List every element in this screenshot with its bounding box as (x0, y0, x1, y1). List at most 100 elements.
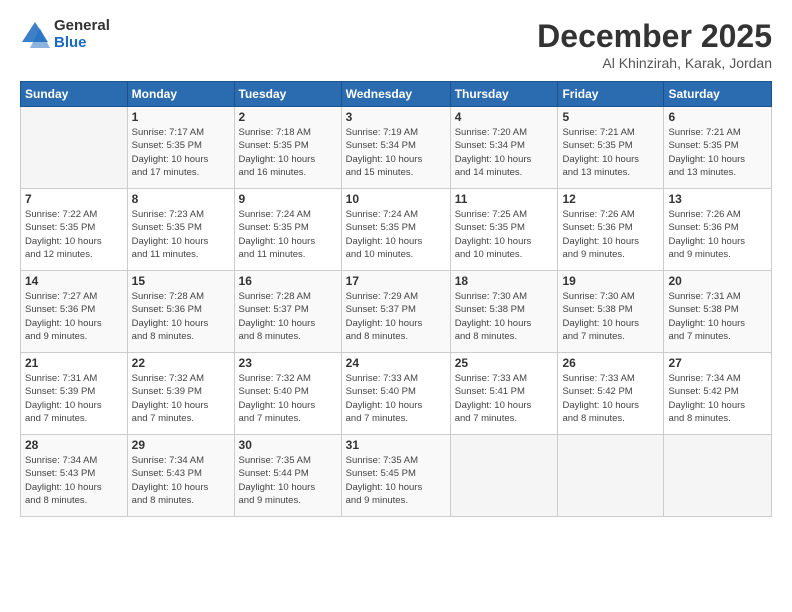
day-number: 5 (562, 110, 659, 124)
day-number: 12 (562, 192, 659, 206)
calendar-cell (558, 435, 664, 517)
day-number: 17 (346, 274, 446, 288)
logo-general: General (54, 18, 110, 35)
day-info: Sunrise: 7:28 AM Sunset: 5:37 PM Dayligh… (239, 290, 337, 343)
calendar-week-row: 7 Sunrise: 7:22 AM Sunset: 5:35 PM Daylig… (21, 189, 772, 271)
day-info: Sunrise: 7:27 AM Sunset: 5:36 PM Dayligh… (25, 290, 123, 343)
day-number: 25 (455, 356, 554, 370)
calendar-cell (450, 435, 558, 517)
calendar-cell: 7 Sunrise: 7:22 AM Sunset: 5:35 PM Daylig… (21, 189, 128, 271)
day-info: Sunrise: 7:26 AM Sunset: 5:36 PM Dayligh… (668, 208, 767, 261)
day-number: 21 (25, 356, 123, 370)
calendar-header-row: SundayMondayTuesdayWednesdayThursdayFrid… (21, 82, 772, 107)
calendar-cell: 3Sunrise: 7:19 AM Sunset: 5:34 PM Daylig… (341, 107, 450, 189)
day-info: Sunrise: 7:20 AM Sunset: 5:34 PM Dayligh… (455, 126, 554, 179)
day-info: Sunrise: 7:18 AM Sunset: 5:35 PM Dayligh… (239, 126, 337, 179)
day-info: Sunrise: 7:30 AM Sunset: 5:38 PM Dayligh… (455, 290, 554, 343)
day-info: Sunrise: 7:22 AM Sunset: 5:35 PM Dayligh… (25, 208, 123, 261)
calendar-cell: 14Sunrise: 7:27 AM Sunset: 5:36 PM Dayli… (21, 271, 128, 353)
day-info: Sunrise: 7:28 AM Sunset: 5:36 PM Dayligh… (132, 290, 230, 343)
day-number: 23 (239, 356, 337, 370)
day-info: Sunrise: 7:33 AM Sunset: 5:42 PM Dayligh… (562, 372, 659, 425)
day-number: 16 (239, 274, 337, 288)
calendar-cell: 24 Sunrise: 7:33 AM Sunset: 5:40 PM Dayli… (341, 353, 450, 435)
calendar-cell: 13Sunrise: 7:26 AM Sunset: 5:36 PM Dayli… (664, 189, 772, 271)
calendar-cell: 2 Sunrise: 7:18 AM Sunset: 5:35 PM Daylig… (234, 107, 341, 189)
day-info: Sunrise: 7:32 AM Sunset: 5:39 PM Dayligh… (132, 372, 230, 425)
logo-text: General Blue (54, 18, 110, 51)
day-info: Sunrise: 7:30 AM Sunset: 5:38 PM Dayligh… (562, 290, 659, 343)
calendar-cell: 4 Sunrise: 7:20 AM Sunset: 5:34 PM Daylig… (450, 107, 558, 189)
day-number: 29 (132, 438, 230, 452)
day-info: Sunrise: 7:26 AM Sunset: 5:36 PM Dayligh… (562, 208, 659, 261)
calendar-cell (21, 107, 128, 189)
day-number: 4 (455, 110, 554, 124)
calendar-cell: 26 Sunrise: 7:33 AM Sunset: 5:42 PM Dayli… (558, 353, 664, 435)
day-number: 20 (668, 274, 767, 288)
day-number: 11 (455, 192, 554, 206)
calendar-cell: 27 Sunrise: 7:34 AM Sunset: 5:42 PM Dayli… (664, 353, 772, 435)
calendar-cell: 20 Sunrise: 7:31 AM Sunset: 5:38 PM Dayli… (664, 271, 772, 353)
day-info: Sunrise: 7:35 AM Sunset: 5:45 PM Dayligh… (346, 454, 446, 507)
day-info: Sunrise: 7:23 AM Sunset: 5:35 PM Dayligh… (132, 208, 230, 261)
calendar-cell: 22 Sunrise: 7:32 AM Sunset: 5:39 PM Dayli… (127, 353, 234, 435)
day-number: 8 (132, 192, 230, 206)
day-number: 19 (562, 274, 659, 288)
calendar-cell: 5 Sunrise: 7:21 AM Sunset: 5:35 PM Daylig… (558, 107, 664, 189)
day-number: 28 (25, 438, 123, 452)
calendar-week-row: 28Sunrise: 7:34 AM Sunset: 5:43 PM Dayli… (21, 435, 772, 517)
day-info: Sunrise: 7:33 AM Sunset: 5:40 PM Dayligh… (346, 372, 446, 425)
day-info: Sunrise: 7:31 AM Sunset: 5:39 PM Dayligh… (25, 372, 123, 425)
calendar-header-wednesday: Wednesday (341, 82, 450, 107)
day-number: 9 (239, 192, 337, 206)
calendar-week-row: 14Sunrise: 7:27 AM Sunset: 5:36 PM Dayli… (21, 271, 772, 353)
calendar-cell: 6 Sunrise: 7:21 AM Sunset: 5:35 PM Daylig… (664, 107, 772, 189)
day-number: 24 (346, 356, 446, 370)
day-number: 6 (668, 110, 767, 124)
calendar-cell: 21 Sunrise: 7:31 AM Sunset: 5:39 PM Dayli… (21, 353, 128, 435)
calendar-week-row: 1Sunrise: 7:17 AM Sunset: 5:35 PM Daylig… (21, 107, 772, 189)
day-info: Sunrise: 7:24 AM Sunset: 5:35 PM Dayligh… (346, 208, 446, 261)
logo-icon (20, 20, 50, 50)
calendar-header-sunday: Sunday (21, 82, 128, 107)
day-number: 30 (239, 438, 337, 452)
day-info: Sunrise: 7:34 AM Sunset: 5:42 PM Dayligh… (668, 372, 767, 425)
day-number: 7 (25, 192, 123, 206)
calendar-cell: 30Sunrise: 7:35 AM Sunset: 5:44 PM Dayli… (234, 435, 341, 517)
day-number: 18 (455, 274, 554, 288)
calendar-header-tuesday: Tuesday (234, 82, 341, 107)
page: General Blue December 2025 Al Khinzirah,… (0, 0, 792, 612)
header: General Blue December 2025 Al Khinzirah,… (20, 18, 772, 71)
calendar-cell: 18 Sunrise: 7:30 AM Sunset: 5:38 PM Dayli… (450, 271, 558, 353)
calendar-cell: 9 Sunrise: 7:24 AM Sunset: 5:35 PM Daylig… (234, 189, 341, 271)
calendar-cell: 1Sunrise: 7:17 AM Sunset: 5:35 PM Daylig… (127, 107, 234, 189)
day-info: Sunrise: 7:25 AM Sunset: 5:35 PM Dayligh… (455, 208, 554, 261)
calendar-table: SundayMondayTuesdayWednesdayThursdayFrid… (20, 81, 772, 517)
calendar-cell: 15 Sunrise: 7:28 AM Sunset: 5:36 PM Dayli… (127, 271, 234, 353)
day-number: 22 (132, 356, 230, 370)
day-info: Sunrise: 7:21 AM Sunset: 5:35 PM Dayligh… (562, 126, 659, 179)
calendar-cell (664, 435, 772, 517)
day-number: 26 (562, 356, 659, 370)
calendar-cell: 11 Sunrise: 7:25 AM Sunset: 5:35 PM Dayli… (450, 189, 558, 271)
title-block: December 2025 Al Khinzirah, Karak, Jorda… (537, 18, 772, 71)
calendar-cell: 23Sunrise: 7:32 AM Sunset: 5:40 PM Dayli… (234, 353, 341, 435)
day-info: Sunrise: 7:33 AM Sunset: 5:41 PM Dayligh… (455, 372, 554, 425)
calendar-header-friday: Friday (558, 82, 664, 107)
logo-blue: Blue (54, 35, 110, 52)
logo: General Blue (20, 18, 110, 51)
calendar-cell: 17Sunrise: 7:29 AM Sunset: 5:37 PM Dayli… (341, 271, 450, 353)
day-info: Sunrise: 7:31 AM Sunset: 5:38 PM Dayligh… (668, 290, 767, 343)
calendar-header-thursday: Thursday (450, 82, 558, 107)
day-number: 15 (132, 274, 230, 288)
calendar-cell: 16 Sunrise: 7:28 AM Sunset: 5:37 PM Dayli… (234, 271, 341, 353)
day-number: 10 (346, 192, 446, 206)
day-number: 27 (668, 356, 767, 370)
calendar-header-monday: Monday (127, 82, 234, 107)
day-number: 2 (239, 110, 337, 124)
calendar-cell: 28Sunrise: 7:34 AM Sunset: 5:43 PM Dayli… (21, 435, 128, 517)
day-info: Sunrise: 7:21 AM Sunset: 5:35 PM Dayligh… (668, 126, 767, 179)
day-number: 31 (346, 438, 446, 452)
day-info: Sunrise: 7:24 AM Sunset: 5:35 PM Dayligh… (239, 208, 337, 261)
calendar-cell: 12 Sunrise: 7:26 AM Sunset: 5:36 PM Dayli… (558, 189, 664, 271)
